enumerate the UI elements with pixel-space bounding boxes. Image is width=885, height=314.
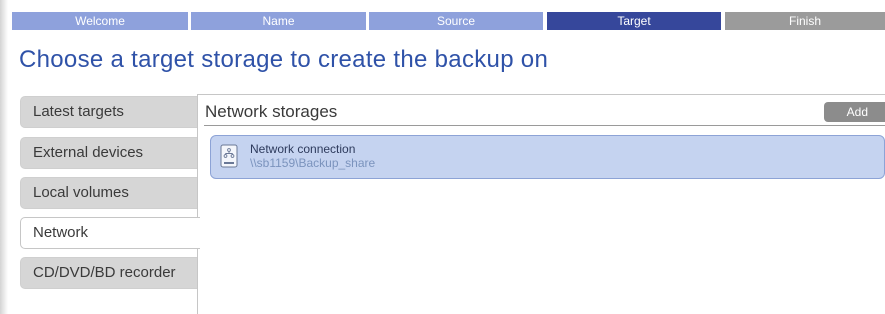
step-welcome: Welcome — [12, 12, 188, 30]
panel-divider — [204, 125, 885, 126]
panel-title: Network storages — [205, 102, 338, 121]
tab-network[interactable]: Network — [20, 217, 200, 249]
network-connection-item[interactable]: Network connection \\sb1159\Backup_share — [210, 135, 885, 179]
tab-latest-targets[interactable]: Latest targets — [20, 96, 198, 128]
tab-local-volumes[interactable]: Local volumes — [20, 177, 198, 209]
network-connection-name: Network connection — [250, 142, 356, 156]
tab-external-devices[interactable]: External devices — [20, 137, 198, 169]
window-edge-shadow — [0, 0, 8, 314]
page-title: Choose a target storage to create the ba… — [19, 46, 549, 73]
step-finish: Finish — [725, 12, 885, 30]
network-connection-path: \\sb1159\Backup_share — [250, 156, 376, 170]
step-source: Source — [369, 12, 543, 30]
wizard-steps: Welcome Name Source Target Finish — [12, 12, 885, 30]
step-target: Target — [547, 12, 721, 30]
tab-cd-dvd-bd-recorder[interactable]: CD/DVD/BD recorder — [20, 257, 198, 289]
add-button[interactable]: Add — [824, 102, 885, 122]
network-drive-icon — [220, 144, 238, 168]
step-name: Name — [191, 12, 366, 30]
network-storages-panel: Network storages Add Network connection … — [197, 94, 885, 314]
